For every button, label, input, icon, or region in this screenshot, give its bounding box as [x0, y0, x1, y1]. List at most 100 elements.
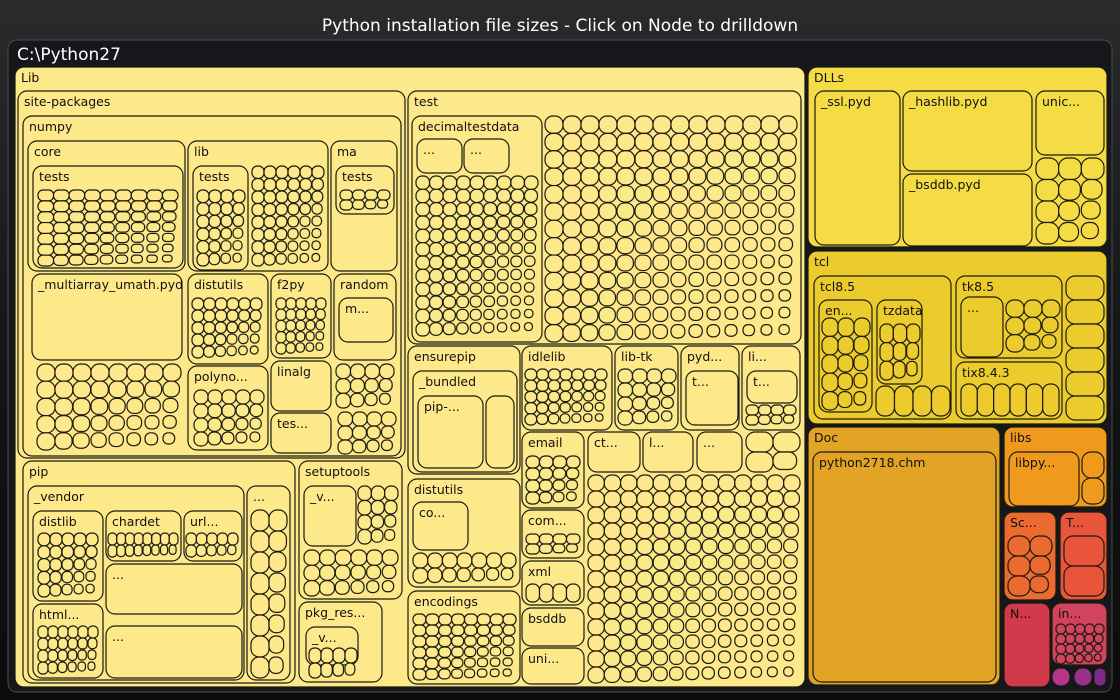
leaf-cell[interactable]: [552, 467, 567, 480]
leaf-cell[interactable]: [311, 227, 322, 239]
leaf-cell[interactable]: [469, 295, 483, 308]
leaf-cell[interactable]: [87, 661, 96, 671]
leaf-cell[interactable]: [571, 390, 583, 402]
leaf-cell[interactable]: [130, 243, 144, 254]
leaf-cell[interactable]: [161, 200, 178, 212]
leaf-cell[interactable]: [634, 167, 653, 186]
leaf-cell[interactable]: [384, 485, 399, 502]
leaf-cell[interactable]: [451, 635, 465, 647]
leaf-cell[interactable]: [620, 490, 638, 508]
leaf-cell[interactable]: [724, 202, 742, 219]
leaf-cell[interactable]: [778, 306, 791, 319]
leaf-cell[interactable]: [311, 252, 321, 263]
leaf-cell[interactable]: [1055, 633, 1067, 645]
leaf-cell[interactable]: [668, 650, 684, 665]
leaf-cell[interactable]: [1080, 200, 1101, 220]
leaf-cell[interactable]: [544, 167, 564, 187]
leaf-cell[interactable]: [162, 397, 179, 414]
leaf-cell[interactable]: [660, 382, 676, 397]
leaf-cell[interactable]: [544, 115, 564, 134]
leaf-cell[interactable]: [634, 254, 652, 272]
leaf-cell[interactable]: [142, 544, 152, 557]
leaf-cell[interactable]: [766, 474, 785, 492]
leaf-cell[interactable]: [670, 219, 688, 237]
leaf-cell[interactable]: [603, 618, 621, 636]
leaf-cell[interactable]: [364, 199, 377, 210]
leaf-cell[interactable]: [68, 189, 86, 202]
leaf-cell[interactable]: [544, 271, 564, 291]
leaf-cell[interactable]: [760, 237, 776, 252]
leaf-cell[interactable]: [783, 634, 795, 646]
leaf-cell[interactable]: [376, 199, 389, 209]
leaf-cell[interactable]: [456, 268, 470, 282]
leaf-cell[interactable]: [523, 268, 536, 280]
leaf-cell[interactable]: [742, 132, 762, 151]
leaf-cell[interactable]: [685, 538, 702, 555]
leaf-cell[interactable]: [36, 415, 56, 434]
leaf-cell[interactable]: [734, 618, 748, 632]
leaf-cell[interactable]: [617, 410, 634, 426]
leaf-cell[interactable]: [620, 522, 638, 540]
leaf-cell[interactable]: [552, 455, 568, 469]
leaf-cell[interactable]: [47, 649, 59, 663]
leaf-cell[interactable]: [287, 240, 299, 252]
leaf-cell[interactable]: [37, 232, 55, 245]
leaf-cell[interactable]: [538, 543, 553, 554]
leaf-cell[interactable]: [652, 618, 669, 634]
leaf-cell[interactable]: [428, 282, 444, 297]
leaf-cell[interactable]: [195, 532, 208, 546]
leaf-cell[interactable]: [57, 625, 69, 639]
leaf-cell[interactable]: [425, 657, 439, 670]
leaf-cell[interactable]: [603, 554, 621, 572]
leaf-cell[interactable]: [582, 390, 595, 402]
leaf-cell[interactable]: [220, 189, 234, 204]
leaf-cell[interactable]: [412, 567, 429, 584]
leaf-cell[interactable]: [717, 474, 736, 492]
leaf-cell[interactable]: [214, 309, 228, 323]
treemap-node-24[interactable]: [105, 563, 243, 615]
leaf-cell[interactable]: [668, 666, 684, 681]
leaf-cell[interactable]: [587, 586, 605, 604]
leaf-cell[interactable]: [263, 215, 277, 229]
leaf-cell[interactable]: [580, 271, 599, 290]
leaf-cell[interactable]: [580, 237, 599, 256]
leaf-cell[interactable]: [126, 380, 145, 398]
leaf-cell[interactable]: [220, 252, 232, 264]
leaf-cell[interactable]: [349, 363, 366, 380]
leaf-cell[interactable]: [84, 200, 101, 213]
leaf-cell[interactable]: [603, 538, 622, 556]
leaf-cell[interactable]: [778, 219, 794, 235]
leaf-cell[interactable]: [90, 380, 109, 399]
leaf-cell[interactable]: [384, 514, 397, 528]
leaf-cell[interactable]: [879, 342, 894, 362]
leaf-cell[interactable]: [603, 650, 621, 668]
leaf-cell[interactable]: [620, 570, 637, 588]
leaf-cell[interactable]: [61, 570, 74, 584]
leaf-cell[interactable]: [536, 402, 549, 414]
leaf-cell[interactable]: [463, 624, 478, 637]
leaf-cell[interactable]: [142, 532, 153, 546]
leaf-cell[interactable]: [441, 552, 458, 569]
leaf-cell[interactable]: [652, 306, 669, 323]
leaf-cell[interactable]: [415, 295, 431, 310]
leaf-cell[interactable]: [208, 189, 222, 204]
leaf-cell[interactable]: [701, 554, 718, 570]
leaf-cell[interactable]: [562, 254, 582, 273]
leaf-cell[interactable]: [706, 115, 726, 134]
leaf-cell[interactable]: [1093, 653, 1102, 662]
leaf-cell[interactable]: [366, 580, 380, 594]
leaf-cell[interactable]: [319, 564, 336, 581]
leaf-cell[interactable]: [510, 268, 522, 281]
leaf-cell[interactable]: [562, 237, 582, 256]
leaf-cell[interactable]: [146, 200, 163, 212]
leaf-cell[interactable]: [412, 635, 427, 648]
leaf-cell[interactable]: [552, 479, 566, 492]
leaf-cell[interactable]: [193, 403, 209, 419]
leaf-cell[interactable]: [207, 403, 223, 419]
leaf-cell[interactable]: [221, 389, 237, 405]
leaf-cell[interactable]: [161, 211, 177, 222]
leaf-cell[interactable]: [161, 243, 174, 253]
leaf-cell[interactable]: [275, 165, 289, 180]
leaf-cell[interactable]: [853, 317, 871, 337]
leaf-cell[interactable]: [227, 544, 237, 556]
